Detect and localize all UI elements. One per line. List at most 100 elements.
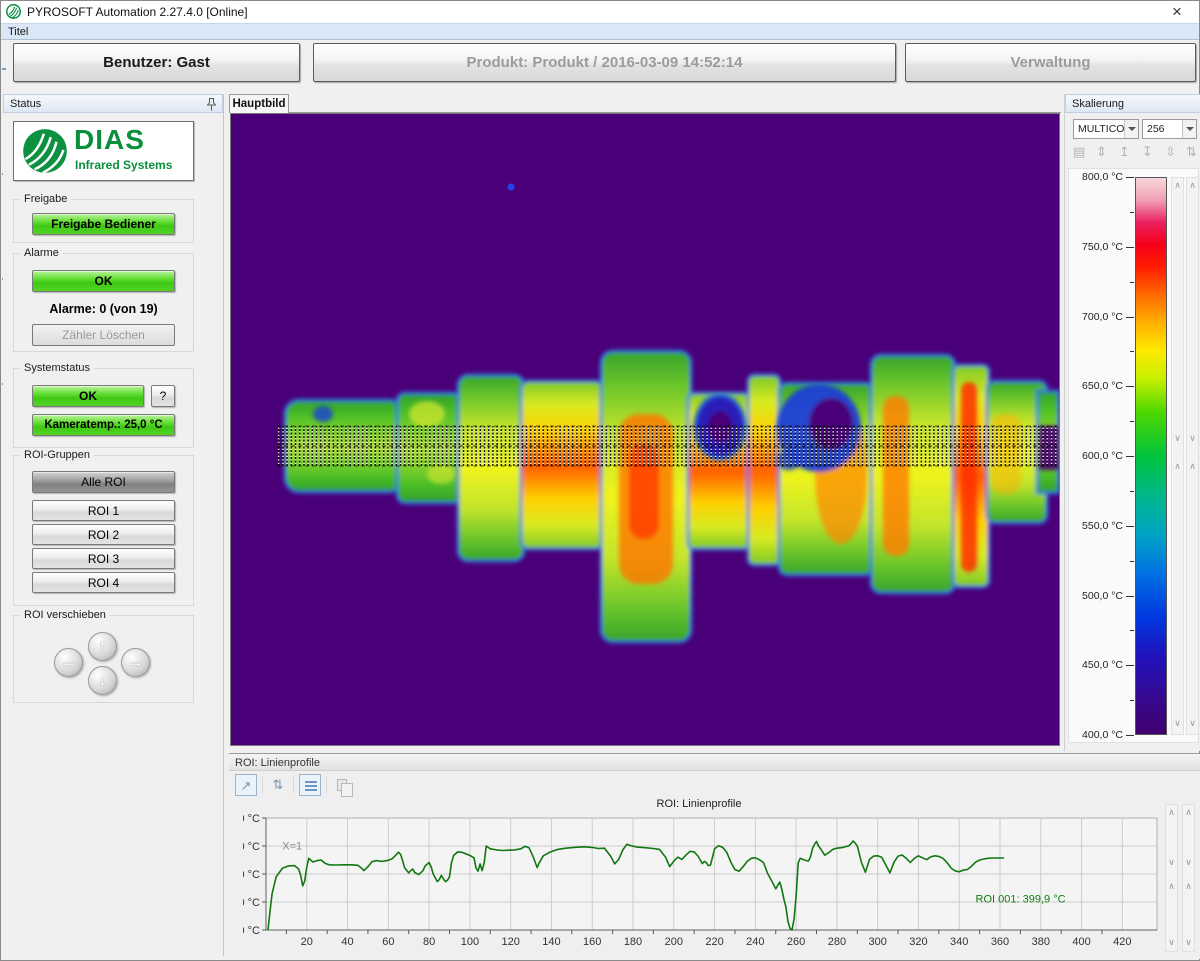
svg-text:800,0 °C: 800,0 °C — [243, 813, 260, 825]
svg-text:80: 80 — [423, 936, 435, 948]
chart-max-spinner: ∧ ∨ ∧ ∨ — [1165, 804, 1178, 952]
spin-up-icon[interactable]: ∧ — [1166, 807, 1177, 818]
scale-min-down-icon[interactable]: ↧ — [1142, 144, 1153, 160]
kameratemp-button[interactable]: Kameratemp.: 25,0 °C — [32, 414, 175, 436]
roi-4-button[interactable]: ROI 4 — [32, 572, 175, 593]
spin-up-icon[interactable]: ∧ — [1187, 180, 1198, 191]
svg-text:340: 340 — [950, 936, 968, 948]
window-title: PYROSOFT Automation 2.27.4.0 [Online] — [27, 5, 248, 19]
close-button[interactable]: × — [1167, 2, 1187, 22]
thermal-image-view[interactable] — [230, 113, 1060, 746]
skalierung-title: Skalierung — [1072, 98, 1124, 110]
svg-text:360: 360 — [991, 936, 1009, 948]
titel-label: Titel — [8, 26, 28, 38]
spin-down-icon[interactable]: ∨ — [1172, 433, 1183, 444]
spin-down-icon[interactable]: ∨ — [1187, 433, 1198, 444]
roi-toolbar: ↗ ⇅ — [229, 772, 1200, 798]
svg-text:700,0 °C: 700,0 °C — [243, 841, 260, 853]
pin-icon[interactable] — [207, 98, 216, 111]
svg-text:180: 180 — [624, 936, 642, 948]
alle-roi-button[interactable]: Alle ROI — [32, 471, 175, 493]
spin-up-icon[interactable]: ∧ — [1187, 461, 1198, 472]
move-down-button[interactable]: ↓ — [88, 666, 117, 695]
roi-verschieben-group: ROI verschieben ↑ ← → ↓ — [13, 615, 194, 703]
svg-text:600,0 °C: 600,0 °C — [243, 869, 260, 881]
spin-up-icon[interactable]: ∧ — [1172, 180, 1183, 191]
scale-label: 500,0 °C — [1082, 590, 1123, 602]
app-icon — [6, 4, 21, 19]
tab-hauptbild[interactable]: Hauptbild — [229, 94, 289, 113]
line-profile-chart: 2040608010012014016018020022024026028030… — [243, 810, 1163, 955]
scale-ticks — [1125, 169, 1134, 742]
alarme-label: Alarme — [20, 247, 63, 259]
chart-title: ROI: Linienprofile — [229, 798, 1169, 810]
svg-text:120: 120 — [501, 936, 519, 948]
verwaltung-button[interactable]: Verwaltung — [905, 43, 1196, 82]
levels-select[interactable]: 256 — [1142, 119, 1197, 139]
spin-up-icon[interactable]: ∧ — [1166, 881, 1177, 892]
spin-down-icon[interactable]: ∨ — [1187, 718, 1198, 729]
svg-text:X=1: X=1 — [282, 840, 302, 852]
scale-span-icon[interactable]: ⇕ — [1096, 144, 1107, 160]
roi-band — [277, 426, 1057, 466]
skalierung-toolbar: ▤ ⇕ ↥ ↧ ⇳ ⇅ — [1073, 144, 1199, 162]
spin-up-icon[interactable]: ∧ — [1172, 461, 1183, 472]
roi-gruppen-label: ROI-Gruppen — [20, 449, 94, 461]
svg-text:40: 40 — [341, 936, 353, 948]
svg-text:300: 300 — [868, 936, 886, 948]
spin-down-icon[interactable]: ∨ — [1166, 937, 1177, 948]
main-toolbar: Benutzer: Gast Produkt: Produkt / 2016-0… — [1, 40, 1199, 88]
copy-chart-icon[interactable] — [332, 774, 354, 796]
svg-text:380: 380 — [1032, 936, 1050, 948]
status-panel: Status DIAS Infrared Systems Freigabe Fr… — [3, 94, 224, 956]
user-button[interactable]: Benutzer: Gast — [13, 43, 300, 82]
spin-down-icon[interactable]: ∨ — [1183, 857, 1194, 868]
svg-text:400: 400 — [1072, 936, 1090, 948]
svg-text:320: 320 — [909, 936, 927, 948]
product-button[interactable]: Produkt: Produkt / 2016-03-09 14:52:14 — [313, 43, 896, 82]
legend-toggle-icon[interactable] — [299, 774, 321, 796]
palette-select[interactable]: MULTICOLOR — [1073, 119, 1139, 139]
skalierung-panel: Skalierung MULTICOLOR 256 ▤ ⇕ ↥ ↧ ⇳ ⇅ 80… — [1064, 94, 1200, 751]
color-scale: 800,0 °C750,0 °C700,0 °C650,0 °C600,0 °C… — [1068, 168, 1199, 743]
systemstatus-ok-button[interactable]: OK — [32, 385, 144, 407]
scale-min-spinner: ∧ ∨ ∧ ∨ — [1186, 177, 1199, 735]
roi-linienprofile-panel: ROI: Linienprofile ↗ ⇅ ROI: Linienprofil… — [229, 753, 1200, 959]
scale-max-up-icon[interactable]: ↥ — [1119, 144, 1130, 160]
roi-2-button[interactable]: ROI 2 — [32, 524, 175, 545]
move-up-button[interactable]: ↑ — [88, 632, 117, 661]
svg-text:500,0 °C: 500,0 °C — [243, 897, 260, 909]
roi-1-button[interactable]: ROI 1 — [32, 500, 175, 521]
move-right-button[interactable]: → — [121, 648, 150, 677]
svg-text:ROI 001: 399,9 °C: ROI 001: 399,9 °C — [976, 894, 1066, 906]
alarme-status-button[interactable]: OK — [32, 270, 175, 292]
roi-gruppen-group: ROI-Gruppen Alle ROI ROI 1 ROI 2 ROI 3 R… — [13, 455, 194, 606]
scale-shrink-icon[interactable]: ⇅ — [1186, 144, 1197, 160]
spin-up-icon[interactable]: ∧ — [1183, 807, 1194, 818]
spin-down-icon[interactable]: ∨ — [1183, 937, 1194, 948]
help-button[interactable]: ? — [151, 385, 175, 407]
skalierung-header: Skalierung — [1065, 94, 1200, 113]
freigabe-bediener-button[interactable]: Freigabe Bediener — [32, 213, 175, 235]
move-left-button[interactable]: ← — [54, 648, 83, 677]
roi-3-button[interactable]: ROI 3 — [32, 548, 175, 569]
status-panel-header: Status — [3, 94, 223, 113]
spin-up-icon[interactable]: ∧ — [1183, 881, 1194, 892]
zaehler-loeschen-button[interactable]: Zähler Löschen — [32, 324, 175, 346]
svg-text:420: 420 — [1113, 936, 1131, 948]
spin-down-icon[interactable]: ∨ — [1172, 718, 1183, 729]
logo-subtitle: Infrared Systems — [75, 158, 172, 172]
scale-max-spinner: ∧ ∨ ∧ ∨ — [1171, 177, 1184, 735]
color-scale-bar — [1135, 177, 1167, 735]
scale-expand-icon[interactable]: ⇳ — [1165, 144, 1176, 160]
autoscale-icon[interactable]: ⇅ — [267, 774, 289, 796]
scale-label: 450,0 °C — [1082, 659, 1123, 671]
systemstatus-group: Systemstatus OK ? Kameratemp.: 25,0 °C — [13, 368, 194, 448]
scale-properties-icon[interactable]: ▤ — [1073, 144, 1085, 160]
svg-text:260: 260 — [787, 936, 805, 948]
export-chart-icon[interactable]: ↗ — [235, 774, 257, 796]
tabstrip: Hauptbild — [229, 94, 1061, 113]
spin-down-icon[interactable]: ∨ — [1166, 857, 1177, 868]
scale-label: 700,0 °C — [1082, 311, 1123, 323]
svg-text:60: 60 — [382, 936, 394, 948]
